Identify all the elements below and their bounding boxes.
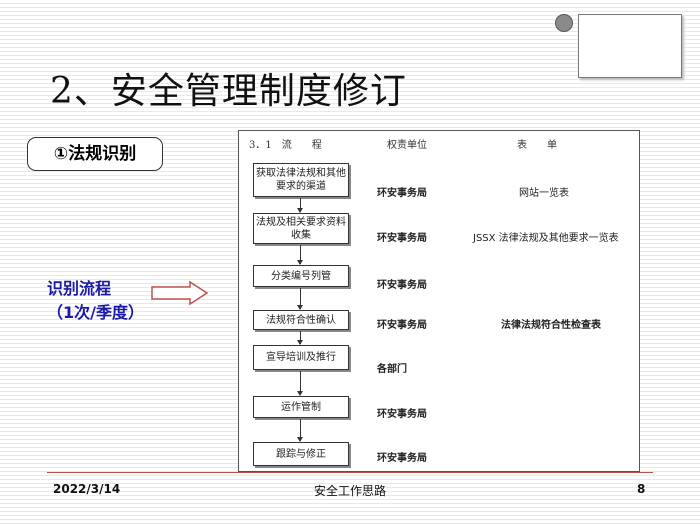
- unit-cell: 环安事务局: [377, 188, 427, 199]
- flow-step: 运作管制: [253, 396, 349, 418]
- flow-step: 宣导培训及推行: [253, 345, 349, 370]
- form-cell: 法律法规符合性检查表: [501, 320, 601, 331]
- decor-box: [578, 14, 682, 78]
- footer-date: 2022/3/14: [53, 482, 121, 496]
- form-cell: JSSX 法律法规及其他要求一览表: [473, 233, 619, 244]
- flow-connector: [297, 331, 303, 345]
- unit-cell: 环安事务局: [377, 409, 427, 420]
- procedure-table: 3．1 流 程 权责单位 表 单 获取法律法规和其他要求的渠道 法规及相关要求资…: [238, 130, 640, 472]
- unit-cell: 各部门: [377, 364, 407, 375]
- flow-connector: [297, 371, 303, 396]
- flow-step: 法规符合性确认: [253, 310, 349, 330]
- page-number: 8: [637, 482, 646, 496]
- unit-cell: 环安事务局: [377, 453, 427, 464]
- footer-title: 安全工作思路: [314, 484, 387, 498]
- header-process: 3．1 流 程: [249, 140, 322, 151]
- header-unit: 权责单位: [387, 140, 427, 151]
- decor-circle: [555, 14, 573, 32]
- unit-cell: 环安事务局: [377, 280, 427, 291]
- flow-connector: [297, 245, 303, 265]
- flow-step: 法规及相关要求资料收集: [253, 213, 349, 244]
- footer-divider: [47, 472, 653, 473]
- flow-connector: [297, 419, 303, 442]
- header-form: 表 单: [517, 140, 557, 151]
- flow-step: 跟踪与修正: [253, 442, 349, 466]
- flow-connector: [297, 288, 303, 310]
- flow-step: 获取法律法规和其他要求的渠道: [253, 163, 349, 197]
- unit-cell: 环安事务局: [377, 320, 427, 331]
- flow-step: 分类编号列管: [253, 265, 349, 287]
- section-pill: ①法规识别: [27, 137, 163, 171]
- process-label: 识别流程: [47, 279, 112, 298]
- unit-cell: 环安事务局: [377, 233, 427, 244]
- form-cell: 网站一览表: [519, 188, 569, 199]
- right-arrow-outline-icon: [151, 280, 209, 306]
- frequency-label: （1次/季度）: [47, 303, 144, 322]
- slide-title: 2、安全管理制度修订: [50, 71, 407, 112]
- flow-connector: [297, 198, 303, 213]
